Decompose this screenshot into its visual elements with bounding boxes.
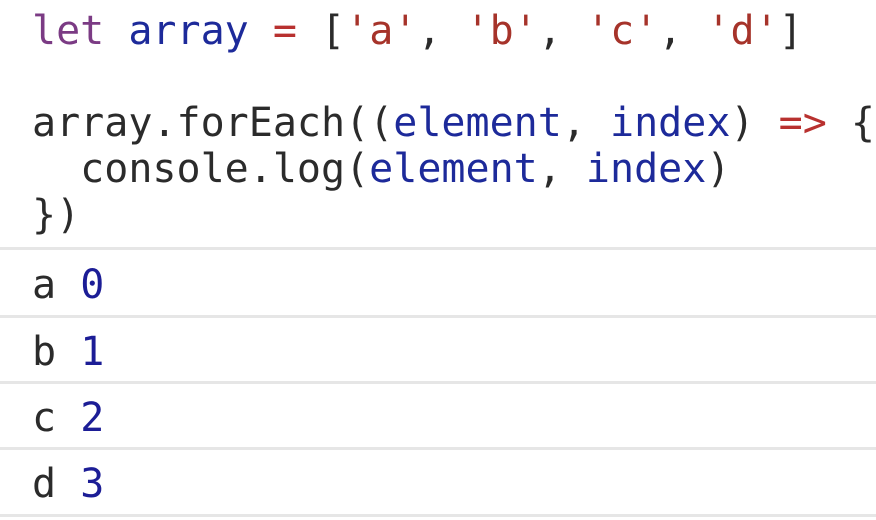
divider — [0, 381, 876, 384]
output-value: 3 — [80, 461, 105, 507]
code-line-1: let array = ['a', 'b', 'c', 'd'] — [32, 8, 876, 54]
output-value: 0 — [80, 262, 105, 308]
console-log-call: console.log( — [80, 146, 370, 192]
string-d: 'd' — [706, 8, 779, 54]
output-label: b — [32, 329, 57, 375]
output-text: d 3 — [32, 452, 104, 516]
divider — [0, 514, 876, 517]
output-value: 1 — [80, 329, 105, 375]
divider — [0, 447, 876, 450]
close-bracket: ] — [778, 8, 803, 54]
comma: , — [658, 8, 683, 54]
foreach-call: array.forEach(( — [32, 100, 394, 146]
output-row: a 0 — [0, 253, 876, 317]
output-label: c — [32, 395, 57, 441]
output-text: c 2 — [32, 386, 104, 450]
output-value: 2 — [80, 395, 105, 441]
divider — [0, 315, 876, 318]
output-row: d 3 — [0, 452, 876, 516]
string-b: 'b' — [465, 8, 538, 54]
string-c: 'c' — [586, 8, 659, 54]
closing-brace-paren: }) — [32, 192, 81, 238]
open-bracket: [ — [321, 8, 346, 54]
param-index: index — [610, 100, 731, 146]
code-line-3: console.log(element, index) — [32, 146, 876, 192]
output-row: c 2 — [0, 386, 876, 450]
identifier-array: array — [128, 8, 249, 54]
string-a: 'a' — [345, 8, 418, 54]
code-input-block[interactable]: let array = ['a', 'b', 'c', 'd'] array.f… — [32, 8, 876, 238]
output-text: a 0 — [32, 253, 104, 317]
keyword-let: let — [32, 8, 105, 54]
close-paren: ) — [730, 100, 755, 146]
arg-element: element — [369, 146, 538, 192]
output-label: a — [32, 262, 57, 308]
comma: , — [561, 100, 586, 146]
code-line-4: }) — [32, 192, 876, 238]
arrow-operator: => — [778, 100, 827, 146]
divider — [0, 247, 876, 250]
output-label: d — [32, 461, 57, 507]
arg-index: index — [585, 146, 707, 192]
operator-assign: = — [272, 8, 297, 54]
comma: , — [417, 8, 442, 54]
comma: , — [537, 8, 562, 54]
close-paren: ) — [706, 146, 731, 192]
open-brace: { — [850, 100, 875, 146]
output-row: b 1 — [0, 320, 876, 384]
param-element: element — [393, 100, 562, 146]
output-text: b 1 — [32, 320, 104, 384]
code-line-2: array.forEach((element, index) => { — [32, 100, 876, 146]
console-panel: let array = ['a', 'b', 'c', 'd'] array.f… — [0, 0, 876, 520]
comma: , — [537, 146, 562, 192]
